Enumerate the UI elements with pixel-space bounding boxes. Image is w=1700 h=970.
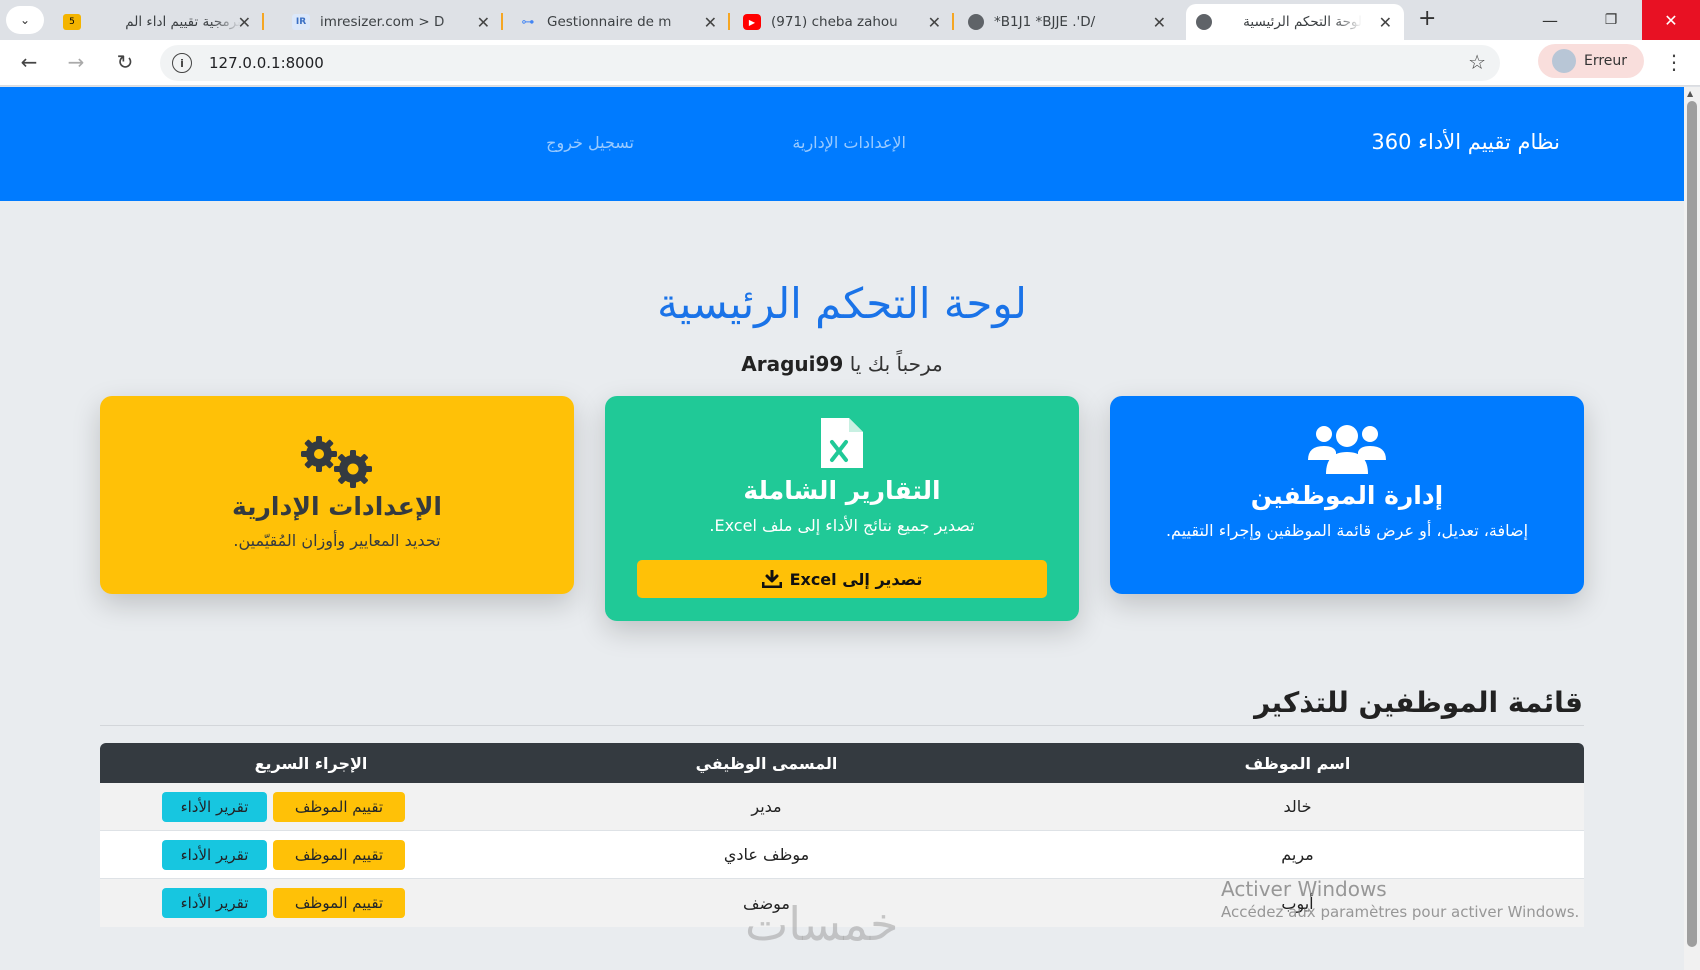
profile-label: Erreur: [1584, 53, 1628, 69]
performance-report-button[interactable]: تقرير الأداء: [162, 791, 267, 822]
new-tab-button[interactable]: +: [1418, 6, 1436, 31]
divider: [100, 725, 1584, 726]
button-label: تصدير إلى Excel: [789, 569, 923, 589]
globe-icon: [1196, 14, 1212, 30]
header-name: اسم الموظف: [1244, 753, 1351, 773]
employee-name: مريم: [1281, 845, 1314, 864]
window-close-button[interactable]: ✕: [1642, 0, 1700, 40]
close-tab-icon[interactable]: ✕: [928, 13, 941, 32]
performance-report-button[interactable]: تقرير الأداء: [162, 839, 267, 870]
nav-link-settings[interactable]: الإعدادات الإدارية: [792, 133, 906, 152]
close-tab-icon[interactable]: ✕: [238, 13, 251, 32]
browser-tab[interactable]: *B1J1 *BJJE .'D/ ✕: [958, 4, 1178, 40]
card-title: التقارير الشاملة: [743, 476, 941, 505]
tab-title: (971) cheba zahou: [771, 14, 898, 30]
users-icon: [1308, 425, 1386, 474]
bookmark-star-icon[interactable]: ☆: [1468, 50, 1486, 74]
page-title: لوحة التحكم الرئيسية: [657, 279, 1027, 328]
tab-title: لوحة التحكم الرئيسية: [1243, 14, 1362, 30]
more-menu-icon[interactable]: ⋮: [1664, 50, 1684, 74]
brand-title[interactable]: نظام تقييم الأداء 360: [1371, 130, 1560, 154]
key-icon: ⊶: [521, 14, 535, 30]
table-row: مريم موظف عادي تقييم الموظف تقرير الأداء: [100, 831, 1584, 879]
row-actions: تقييم الموظف تقرير الأداء: [100, 783, 522, 830]
reload-icon[interactable]: ↻: [112, 50, 138, 74]
card-admin-settings[interactable]: الإعدادات الإدارية تحديد المعايير وأوزان…: [100, 396, 574, 594]
watermark-line1: Activer Windows: [1221, 877, 1387, 901]
address-bar[interactable]: i 127.0.0.1:8000 ☆: [160, 45, 1500, 81]
evaluate-employee-button[interactable]: تقييم الموظف: [273, 888, 405, 918]
employee-job: مدير: [751, 797, 782, 816]
page-scrollbar[interactable]: ▲: [1684, 87, 1700, 970]
evaluate-employee-button[interactable]: تقييم الموظف: [273, 791, 405, 822]
browser-tab[interactable]: 5 برمجية تقييم اداء الم ✕: [53, 4, 264, 40]
minimize-button[interactable]: —: [1520, 0, 1580, 40]
watermark-line2: Accédez aux paramètres pour activer Wind…: [1221, 903, 1580, 921]
username: Aragui99: [741, 352, 844, 376]
export-excel-button[interactable]: تصدير إلى Excel: [637, 560, 1047, 598]
table-row: خالد مدير تقييم الموظف تقرير الأداء: [100, 783, 1584, 831]
chevron-down-icon: ⌄: [19, 13, 31, 27]
tab-search-button[interactable]: ⌄: [6, 6, 44, 34]
performance-report-button[interactable]: تقرير الأداء: [162, 888, 267, 918]
tab-title: imresizer.com > D: [320, 14, 445, 30]
browser-tab[interactable]: IR imresizer.com > D ✕: [282, 4, 503, 40]
browser-tab[interactable]: ▶ (971) cheba zahou ✕: [733, 4, 954, 40]
close-tab-icon[interactable]: ✕: [1379, 13, 1392, 32]
card-reports: التقارير الشاملة تصدير جميع نتائج الأداء…: [605, 396, 1079, 621]
evaluate-employee-button[interactable]: تقييم الموظف: [273, 839, 405, 870]
profile-button[interactable]: Erreur: [1538, 44, 1644, 78]
card-description: تحديد المعايير وأوزان المُقيّمين.: [233, 531, 441, 550]
globe-icon: [968, 14, 984, 30]
browser-tab-active[interactable]: لوحة التحكم الرئيسية ✕: [1186, 4, 1404, 40]
scroll-up-icon[interactable]: ▲: [1687, 89, 1693, 98]
card-employee-management[interactable]: إدارة الموظفين إضافة، تعديل، أو عرض قائم…: [1110, 396, 1584, 594]
gears-icon: [301, 436, 372, 488]
khamsat-watermark-logo: خمسات: [745, 897, 899, 951]
employee-name: خالد: [1283, 797, 1312, 816]
page-viewport: نظام تقييم الأداء 360 الإعدادات الإدارية…: [0, 87, 1684, 970]
restore-button[interactable]: ❐: [1581, 0, 1641, 40]
excel-file-icon: [821, 418, 863, 468]
card-description: تصدير جميع نتائج الأداء إلى ملف Excel.: [709, 516, 975, 535]
close-tab-icon[interactable]: ✕: [477, 13, 490, 32]
employee-job: موظف عادي: [723, 845, 810, 864]
header-action: الإجراء السريع: [254, 753, 368, 773]
employee-list-title: قائمة الموظفين للتذكير: [1254, 686, 1583, 719]
site-info-icon[interactable]: i: [172, 53, 192, 73]
card-title: الإعدادات الإدارية: [231, 492, 443, 521]
welcome-prefix: مرحباً بك يا: [849, 352, 943, 376]
windows-activation-watermark: Activer Windows Accédez aux paramètres p…: [1221, 877, 1579, 921]
site-favicon-icon: 5: [63, 14, 81, 30]
row-actions: تقييم الموظف تقرير الأداء: [100, 831, 522, 878]
card-title: إدارة الموظفين: [1250, 481, 1444, 510]
tab-title: *B1J1 *BJJE .'D/: [994, 14, 1096, 30]
tab-title: برمجية تقييم اداء الم: [125, 14, 241, 30]
welcome-message: مرحباً بك يا Aragui99: [0, 352, 1684, 376]
nav-link-logout[interactable]: تسجيل خروج: [546, 133, 634, 152]
youtube-icon: ▶: [743, 14, 761, 30]
browser-toolbar: ← → ↻ i 127.0.0.1:8000 ☆ Erreur ⋮: [0, 40, 1700, 86]
site-favicon-icon: IR: [292, 14, 310, 30]
browser-tab[interactable]: ⊶ Gestionnaire de m ✕: [509, 4, 730, 40]
close-tab-icon[interactable]: ✕: [1153, 13, 1166, 32]
tab-strip: ⌄ 5 برمجية تقييم اداء الم ✕ IR imresizer…: [0, 0, 1700, 40]
card-description: إضافة، تعديل، أو عرض قائمة الموظفين وإجر…: [1165, 521, 1529, 540]
table-header: اسم الموظف المسمى الوظيفي الإجراء السريع: [100, 743, 1584, 783]
avatar: [1552, 49, 1576, 73]
forward-arrow-icon[interactable]: →: [63, 50, 89, 74]
scrollbar-thumb[interactable]: [1687, 101, 1697, 947]
close-tab-icon[interactable]: ✕: [704, 13, 717, 32]
site-navbar: نظام تقييم الأداء 360 الإعدادات الإدارية…: [0, 87, 1684, 201]
url-text[interactable]: 127.0.0.1:8000: [209, 54, 324, 72]
download-icon: [761, 570, 782, 588]
row-actions: تقييم الموظف تقرير الأداء: [100, 879, 522, 927]
tab-title: Gestionnaire de m: [547, 14, 672, 30]
back-arrow-icon[interactable]: ←: [16, 50, 42, 74]
header-job: المسمى الوظيفي: [695, 753, 838, 773]
